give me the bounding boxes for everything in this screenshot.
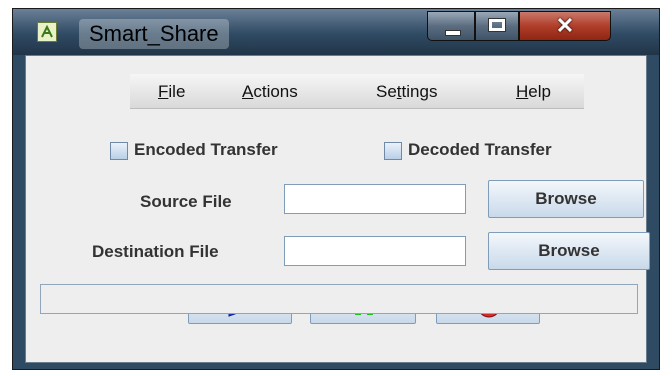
main-panel: File Actions Settings Help Encoded Trans…: [25, 55, 650, 363]
menu-settings-prefix: Se: [376, 82, 397, 101]
menu-help-label: elp: [528, 82, 551, 101]
menu-bar: File Actions Settings Help: [130, 74, 584, 109]
menu-settings[interactable]: Settings: [376, 82, 437, 102]
menu-actions-label: ctions: [253, 82, 298, 101]
source-file-field[interactable]: [284, 184, 466, 214]
menu-settings-label: tings: [401, 82, 438, 101]
minimize-button[interactable]: [427, 11, 475, 41]
title-bar[interactable]: Smart_Share ✕: [13, 9, 659, 55]
window-title: Smart_Share: [79, 19, 229, 49]
menu-file[interactable]: File: [158, 82, 185, 102]
encoded-transfer-checkbox[interactable]: [110, 142, 128, 160]
destination-browse-button[interactable]: Browse: [488, 232, 650, 270]
minimize-icon: [445, 30, 461, 36]
close-button[interactable]: ✕: [519, 11, 611, 41]
menu-actions-mnemonic: A: [242, 82, 254, 101]
app-window: Smart_Share ✕ File Actions Settings Help…: [12, 8, 660, 370]
close-icon: ✕: [555, 13, 575, 38]
encoded-transfer-label: Encoded Transfer: [134, 140, 278, 159]
decoded-transfer-label: Decoded Transfer: [408, 140, 552, 159]
app-icon: [37, 22, 57, 42]
menu-help[interactable]: Help: [516, 82, 551, 102]
destination-file-label: Destination File: [92, 242, 219, 261]
destination-file-field[interactable]: [284, 236, 466, 266]
source-browse-button[interactable]: Browse: [488, 180, 644, 218]
source-file-label: Source File: [140, 192, 232, 211]
menu-actions[interactable]: Actions: [242, 82, 298, 102]
maximize-icon: [488, 18, 506, 32]
decoded-transfer-checkbox[interactable]: [384, 142, 402, 160]
menu-file-mnemonic: F: [158, 82, 169, 101]
menu-help-mnemonic: H: [516, 82, 529, 101]
maximize-button[interactable]: [475, 11, 519, 41]
status-bar: [40, 284, 638, 314]
menu-file-label: ile: [168, 82, 186, 101]
